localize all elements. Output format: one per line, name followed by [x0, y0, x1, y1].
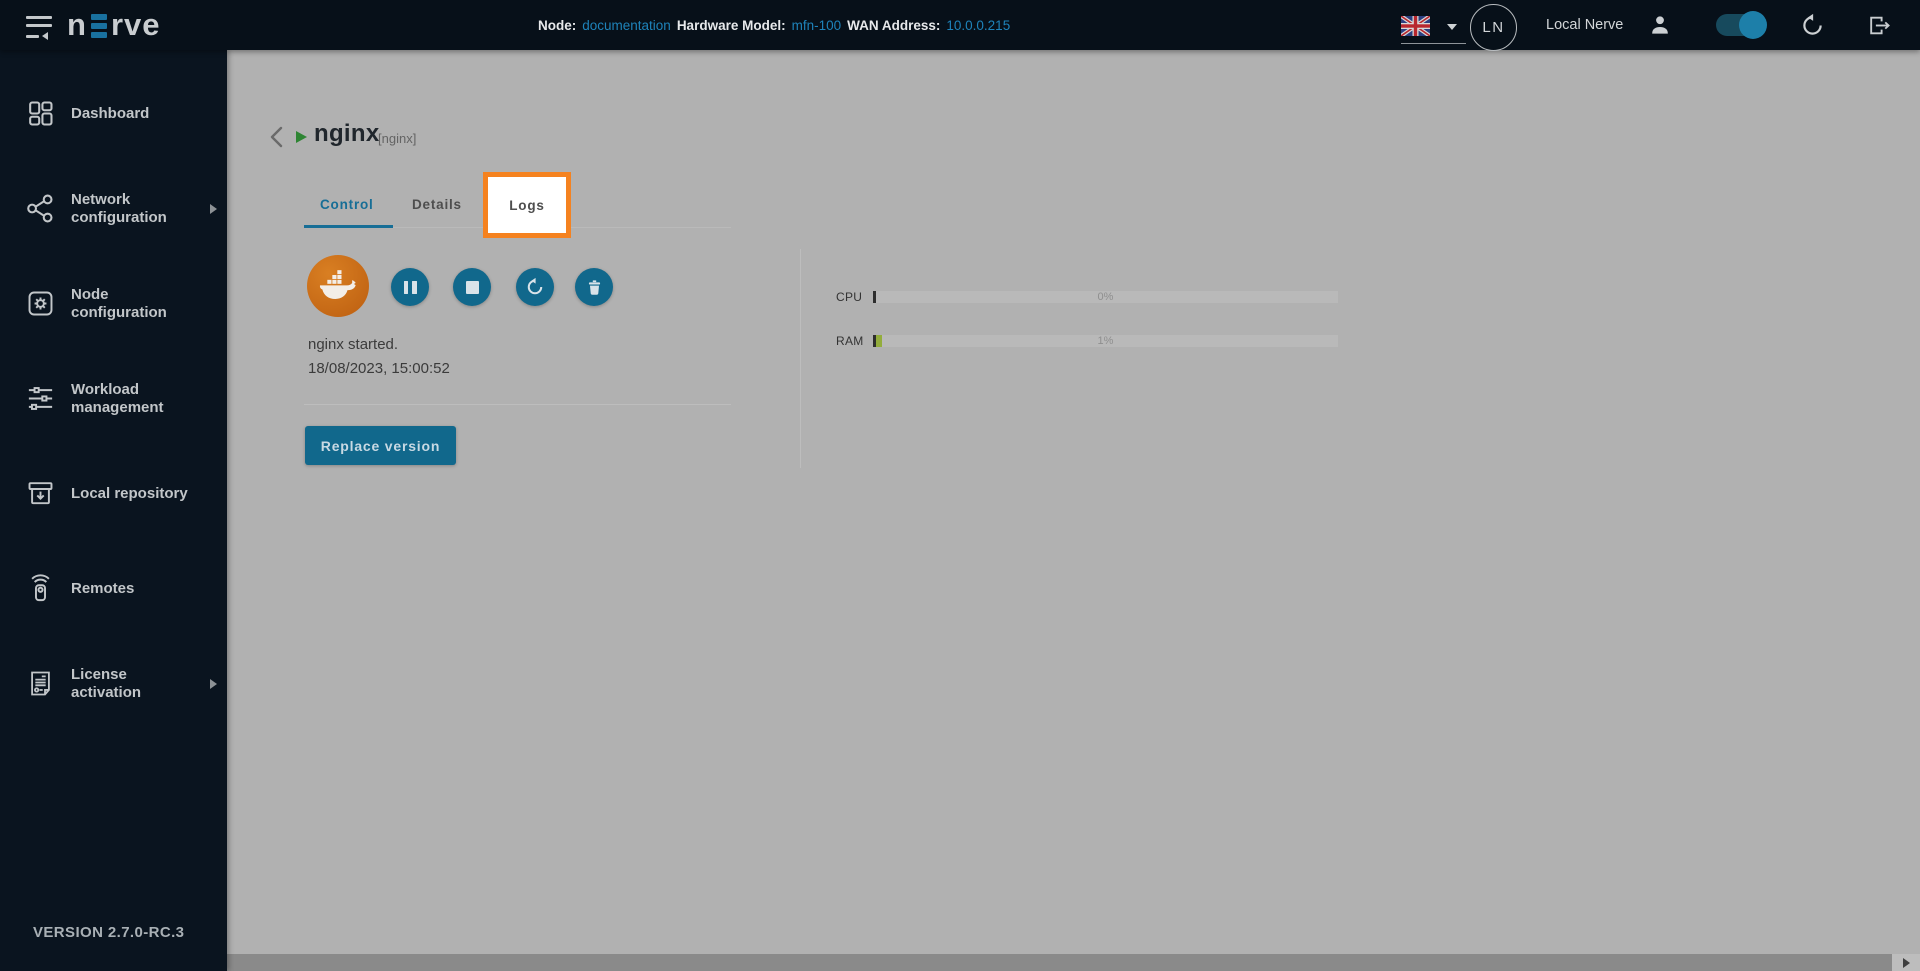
workload-detail-page: nginx [nginx] Control Details Logs nginx…: [227, 50, 1920, 971]
node-info-bar: Node: documentation Hardware Model: mfn-…: [538, 0, 1010, 50]
wan-address-label: WAN Address:: [847, 17, 941, 33]
scrollbar-right-button[interactable]: [1892, 954, 1920, 971]
active-tab-underline: [304, 225, 393, 228]
ram-usage-bar: 1%: [873, 335, 1338, 347]
vertical-divider: [800, 249, 801, 468]
stop-workload-button[interactable]: [453, 268, 491, 306]
hardware-model-label: Hardware Model:: [676, 17, 786, 33]
language-uk-flag-icon[interactable]: [1401, 16, 1430, 36]
user-name: Local Nerve: [1546, 17, 1624, 33]
hardware-model-value: mfn-100: [791, 17, 842, 33]
workload-name: nginx: [314, 120, 380, 147]
wan-address-value: 10.0.0.215: [946, 17, 1011, 33]
user-avatar[interactable]: LN: [1470, 4, 1517, 51]
reload-icon[interactable]: [1800, 13, 1825, 38]
cpu-label: CPU: [836, 290, 863, 304]
horizontal-scrollbar[interactable]: [227, 954, 1920, 971]
language-dropdown-caret-icon[interactable]: [1447, 24, 1457, 30]
workload-status-message: nginx started.: [308, 336, 399, 353]
workload-tag: [nginx]: [378, 131, 417, 146]
tab-logs[interactable]: Logs: [509, 198, 544, 213]
workload-status-timestamp: 18/08/2023, 15:00:52: [308, 360, 450, 377]
ram-percent-value: 1%: [1097, 335, 1114, 347]
divider: [304, 404, 731, 405]
pause-icon: [403, 280, 417, 294]
chevron-right-icon: [210, 203, 217, 214]
logo-letters-rve: rve: [110, 7, 161, 42]
sidebar-item-dashboard[interactable]: Dashboard: [0, 66, 227, 161]
logo-letter-n: n: [67, 7, 87, 42]
replace-version-button[interactable]: Replace version: [305, 426, 456, 465]
logo-e-bars-icon: [90, 14, 107, 38]
delete-workload-button[interactable]: [575, 268, 613, 306]
avatar-initials: LN: [1482, 19, 1505, 36]
node-label: Node:: [538, 17, 577, 33]
sidebar-item-workload-management[interactable]: Workload management: [0, 351, 227, 446]
arrow-right-icon: [1902, 957, 1910, 968]
app-version: VERSION 2.7.0-RC.3: [33, 924, 185, 941]
restart-workload-button[interactable]: [516, 268, 554, 306]
remote-control-icon: [25, 573, 57, 604]
node-value-link[interactable]: documentation: [582, 18, 671, 33]
sidebar-item-node-configuration[interactable]: Node configuration: [0, 256, 227, 351]
language-select-underline: [1401, 43, 1466, 44]
running-status-play-icon: [296, 131, 307, 143]
chevron-right-icon: [210, 678, 217, 689]
top-bar: n rve Node: documentation Hardware Model…: [0, 0, 1920, 51]
scrollbar-thumb[interactable]: [227, 954, 1892, 971]
sidebar-item-remotes[interactable]: Remotes: [0, 541, 227, 636]
trash-icon: [585, 278, 604, 297]
cpu-usage-row: CPU 0%: [836, 290, 1338, 304]
dashboard-icon: [25, 98, 57, 129]
docker-workload-icon: [307, 255, 369, 317]
restart-icon: [525, 277, 545, 297]
tab-details[interactable]: Details: [412, 197, 462, 212]
node-settings-icon: [25, 288, 57, 319]
nerve-logo: n rve: [67, 0, 160, 50]
sidebar-item-network-configuration[interactable]: Network configuration: [0, 161, 227, 256]
pause-workload-button[interactable]: [391, 268, 429, 306]
sliders-icon: [25, 383, 57, 414]
back-chevron-icon[interactable]: [267, 125, 289, 149]
sidebar-item-local-repository[interactable]: Local repository: [0, 446, 227, 541]
toggle-knob: [1739, 11, 1767, 39]
ram-label: RAM: [836, 334, 864, 348]
repository-icon: [25, 478, 57, 509]
license-document-icon: [25, 668, 57, 699]
cpu-percent-value: 0%: [1097, 291, 1114, 303]
ram-usage-row: RAM 1%: [836, 334, 1338, 348]
session-toggle-switch[interactable]: [1716, 11, 1767, 39]
tab-control[interactable]: Control: [320, 197, 374, 212]
network-icon: [25, 193, 57, 224]
sidebar-item-license-activation[interactable]: License activation: [0, 636, 227, 731]
triangle-left-icon: [42, 32, 48, 40]
user-account-icon[interactable]: [1647, 12, 1673, 38]
sidebar-nav: Dashboard Network configuration Node con…: [0, 50, 227, 971]
menu-collapse-icon[interactable]: [26, 16, 52, 40]
app-root: n rve Node: documentation Hardware Model…: [0, 0, 1920, 971]
logout-icon[interactable]: [1866, 13, 1892, 38]
cpu-usage-bar: 0%: [873, 291, 1338, 303]
logs-tab-highlight-box: Logs: [483, 172, 571, 238]
stop-icon: [465, 280, 479, 294]
